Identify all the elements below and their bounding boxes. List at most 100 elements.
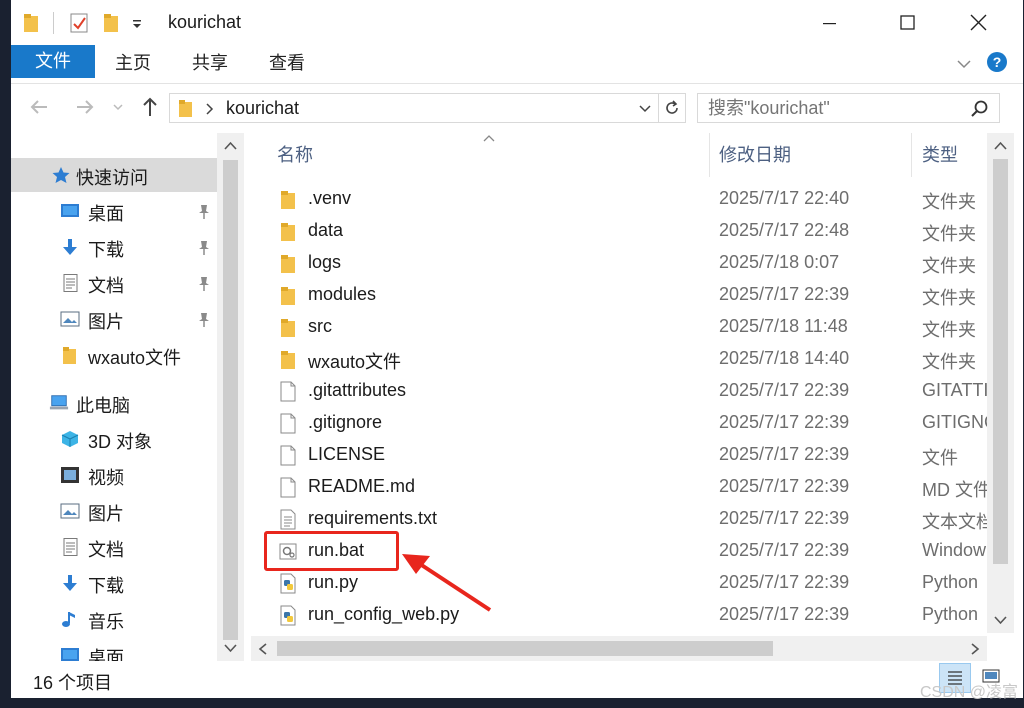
address-dropdown-icon[interactable] <box>638 103 652 115</box>
file-type: 文件夹 <box>922 288 976 308</box>
column-header-name[interactable]: 名称 <box>277 133 313 177</box>
nav-this-pc[interactable]: 此电脑 <box>11 386 217 420</box>
nav-quick-access[interactable]: 快速访问 <box>11 158 217 192</box>
nav-label: 图片 <box>88 504 124 524</box>
nav-item-documents[interactable]: 文档 <box>11 266 217 300</box>
new-folder-icon[interactable] <box>103 12 121 34</box>
file-type: 文本文档 <box>922 512 987 532</box>
nav-label: 图片 <box>88 312 124 332</box>
folder-icon <box>281 287 295 305</box>
pin-icon[interactable] <box>197 240 211 256</box>
scroll-right-icon[interactable] <box>970 643 980 655</box>
scroll-up-icon[interactable] <box>994 141 1007 151</box>
file-name: logs <box>308 252 342 272</box>
file-row[interactable]: .gitignore 2025/7/17 22:39 GITIGNC <box>251 407 987 439</box>
maximize-button[interactable] <box>887 8 927 38</box>
document-icon <box>63 538 78 556</box>
nav-item-documents-pc[interactable]: 文档 <box>11 530 217 564</box>
column-divider[interactable] <box>709 133 710 177</box>
nav-item-wxauto[interactable]: wxauto文件 <box>11 338 217 372</box>
file-name: LICENSE <box>308 444 386 464</box>
chevron-down-icon[interactable] <box>955 55 973 73</box>
horizontal-scrollbar[interactable] <box>251 636 987 661</box>
tab-view[interactable]: 查看 <box>269 45 305 78</box>
file-type: Python <box>922 572 979 592</box>
scroll-down-icon[interactable] <box>224 643 237 653</box>
file-type: GITIGNC <box>922 412 987 432</box>
minimize-button[interactable] <box>809 8 849 38</box>
folder-icon <box>281 255 295 273</box>
search-box[interactable] <box>697 93 1000 123</box>
search-icon[interactable] <box>970 99 990 119</box>
column-divider[interactable] <box>911 133 912 177</box>
file-name: modules <box>308 284 377 304</box>
file-type: 文件夹 <box>922 256 976 276</box>
file-date: 2025/7/17 22:39 <box>719 444 850 464</box>
horizontal-scroll-thumb[interactable] <box>277 641 773 656</box>
file-row[interactable]: wxauto文件 2025/7/18 14:40 文件夹 <box>251 343 987 375</box>
file-type: 文件夹 <box>922 352 976 372</box>
file-name: src <box>308 316 332 336</box>
column-header-date[interactable]: 修改日期 <box>719 133 791 177</box>
customize-toolbar-icon[interactable] <box>131 12 143 34</box>
scroll-up-icon[interactable] <box>224 141 237 151</box>
nav-item-downloads[interactable]: 下载 <box>11 230 217 264</box>
nav-item-videos[interactable]: 视频 <box>11 458 217 492</box>
picture-icon <box>60 503 80 519</box>
file-row[interactable]: README.md 2025/7/17 22:39 MD 文件 <box>251 471 987 503</box>
back-button[interactable] <box>27 94 51 120</box>
nav-item-downloads-pc[interactable]: 下载 <box>11 566 217 600</box>
recent-locations-icon[interactable] <box>111 94 125 120</box>
file-row[interactable]: LICENSE 2025/7/17 22:39 文件 <box>251 439 987 471</box>
chevron-right-icon[interactable] <box>204 103 214 115</box>
tab-share[interactable]: 共享 <box>192 45 228 78</box>
folder-icon <box>281 191 295 209</box>
file-row[interactable]: run_config_web.py 2025/7/17 22:39 Python <box>251 599 987 631</box>
nav-item-pictures[interactable]: 图片 <box>11 302 217 336</box>
file-icon <box>280 445 296 466</box>
nav-scroll-thumb[interactable] <box>223 160 238 640</box>
watermark: CSDN @凌富 <box>919 684 1018 701</box>
content-scroll-thumb[interactable] <box>993 159 1008 564</box>
scroll-down-icon[interactable] <box>994 615 1007 625</box>
scroll-left-icon[interactable] <box>258 643 268 655</box>
nav-item-pictures-pc[interactable]: 图片 <box>11 494 217 528</box>
nav-label: 下载 <box>88 576 124 596</box>
3d-objects-icon <box>61 431 79 447</box>
nav-item-desktop-pc[interactable]: 桌面 <box>11 638 217 661</box>
file-row[interactable]: logs 2025/7/18 0:07 文件夹 <box>251 247 987 279</box>
column-header-type[interactable]: 类型 <box>922 133 958 177</box>
content-scrollbar[interactable] <box>987 133 1014 633</box>
file-type: 文件 <box>922 448 958 468</box>
close-button[interactable] <box>959 8 999 38</box>
file-row[interactable]: .gitattributes 2025/7/17 22:39 GITATTI <box>251 375 987 407</box>
nav-item-desktop[interactable]: 桌面 <box>11 194 217 228</box>
pin-icon[interactable] <box>197 204 211 220</box>
ribbon: 文件 主页 共享 查看 ? <box>11 45 1023 84</box>
nav-item-music[interactable]: 音乐 <box>11 602 217 636</box>
file-date: 2025/7/17 22:39 <box>719 572 850 592</box>
file-row[interactable]: modules 2025/7/17 22:39 文件夹 <box>251 279 987 311</box>
refresh-button[interactable] <box>658 93 686 123</box>
nav-label: 文档 <box>88 540 124 560</box>
address-bar[interactable]: kourichat <box>169 93 659 123</box>
desktop-icon <box>61 648 79 661</box>
tab-file[interactable]: 文件 <box>11 45 95 78</box>
nav-item-3d-objects[interactable]: 3D 对象 <box>11 422 217 456</box>
forward-button[interactable] <box>73 94 97 120</box>
pin-icon[interactable] <box>197 312 211 328</box>
nav-scrollbar[interactable] <box>217 133 244 661</box>
file-row[interactable]: run.py 2025/7/17 22:39 Python <box>251 567 987 599</box>
tab-home[interactable]: 主页 <box>115 45 151 78</box>
navigation-pane: 快速访问 桌面 下载 文档 图片 wxauto文件 此电脑 3D 对象 视频 图… <box>11 133 244 661</box>
search-input[interactable] <box>708 98 958 119</box>
properties-icon[interactable] <box>69 12 89 34</box>
file-type: Window <box>922 540 987 560</box>
file-row[interactable]: data 2025/7/17 22:48 文件夹 <box>251 215 987 247</box>
up-button[interactable] <box>138 94 162 120</box>
help-icon[interactable]: ? <box>986 51 1008 73</box>
file-row[interactable]: src 2025/7/18 11:48 文件夹 <box>251 311 987 343</box>
pin-icon[interactable] <box>197 276 211 292</box>
file-date: 2025/7/18 14:40 <box>719 348 850 368</box>
file-row[interactable]: .venv 2025/7/17 22:40 文件夹 <box>251 183 987 215</box>
